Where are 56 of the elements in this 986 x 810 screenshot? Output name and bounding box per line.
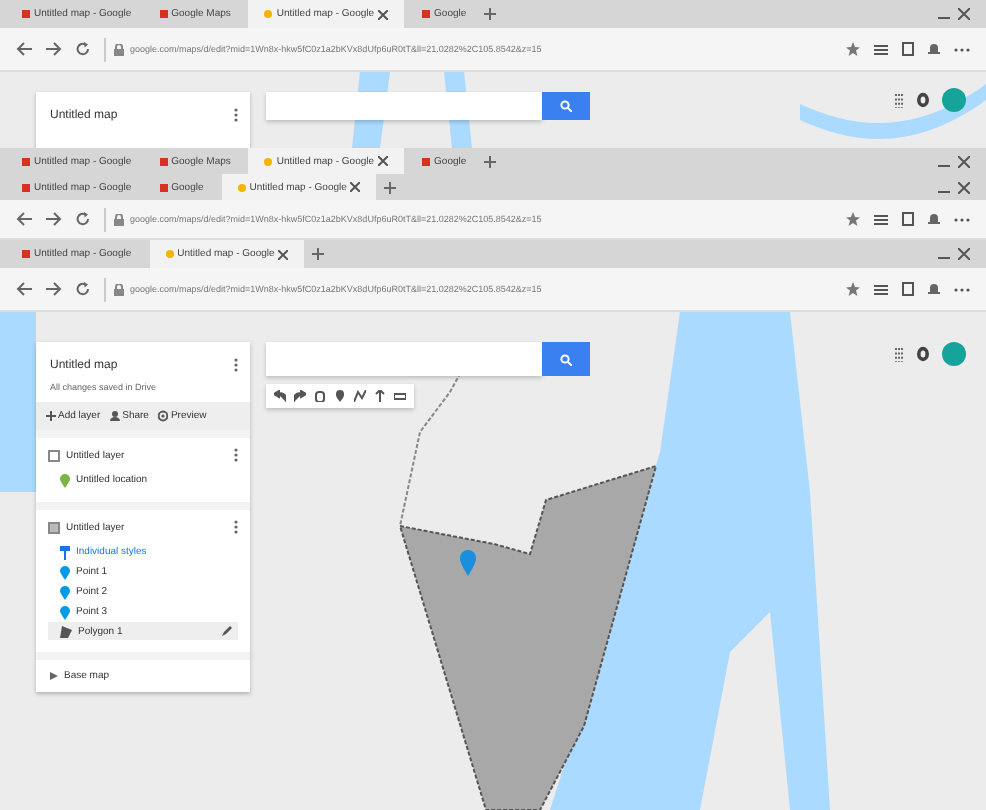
add-layer-icon (46, 410, 56, 422)
search-icon (560, 353, 572, 365)
forward-icon[interactable] (46, 212, 62, 226)
undo-icon[interactable] (274, 390, 286, 402)
reload-icon[interactable] (76, 282, 90, 296)
search-button[interactable] (542, 342, 590, 376)
bookmark-star-icon[interactable] (846, 282, 860, 296)
line-shape-icon[interactable] (354, 390, 366, 402)
menu-icon[interactable] (874, 43, 888, 55)
bell-icon[interactable] (928, 282, 940, 296)
avatar-icon[interactable] (942, 342, 966, 366)
avatar-icon[interactable] (942, 88, 966, 112)
layer-checkbox[interactable] (48, 449, 60, 461)
close-icon[interactable] (958, 8, 970, 20)
lock-icon (114, 283, 124, 295)
bookmark-star-icon[interactable] (846, 42, 860, 56)
search-field[interactable] (266, 342, 542, 376)
close-icon[interactable] (278, 249, 289, 259)
back-icon[interactable] (16, 282, 32, 296)
new-tab-icon[interactable] (312, 248, 325, 260)
close-icon[interactable] (958, 155, 970, 167)
forward-icon[interactable] (46, 42, 62, 56)
caret-icon[interactable] (50, 672, 58, 680)
reload-icon[interactable] (76, 212, 90, 226)
new-tab-icon[interactable] (484, 155, 497, 167)
bookmark-star-icon[interactable] (846, 212, 860, 226)
search-icon (560, 100, 572, 112)
edit-style-icon[interactable] (222, 626, 232, 636)
search-field[interactable] (266, 92, 542, 120)
close-icon[interactable] (958, 181, 970, 193)
back-icon[interactable] (16, 42, 32, 56)
polygon-icon (60, 625, 72, 637)
close-icon[interactable] (378, 156, 389, 166)
back-icon[interactable] (16, 212, 32, 226)
redo-icon[interactable] (294, 390, 306, 402)
menu-icon[interactable] (874, 213, 888, 225)
eye-icon (158, 410, 169, 422)
new-tab-icon[interactable] (484, 8, 497, 20)
menu-icon[interactable] (874, 283, 888, 295)
layer-checkbox[interactable] (48, 521, 60, 533)
reload-icon[interactable] (76, 42, 90, 56)
close-icon[interactable] (350, 182, 361, 192)
bell-icon[interactable] (928, 212, 940, 226)
close-icon[interactable] (378, 9, 389, 19)
forward-icon[interactable] (46, 282, 62, 296)
paint-roller-icon (60, 545, 70, 559)
person-icon (110, 410, 121, 422)
apps-grid-icon[interactable] (894, 93, 904, 107)
search-button[interactable] (542, 92, 590, 120)
bell-icon[interactable] (928, 42, 940, 56)
apps-grid-icon[interactable] (894, 347, 904, 361)
lock-icon (114, 213, 124, 225)
lock-icon (114, 43, 124, 55)
marker-icon[interactable] (334, 390, 346, 402)
new-tab-icon[interactable] (384, 181, 397, 193)
close-icon[interactable] (958, 248, 970, 260)
